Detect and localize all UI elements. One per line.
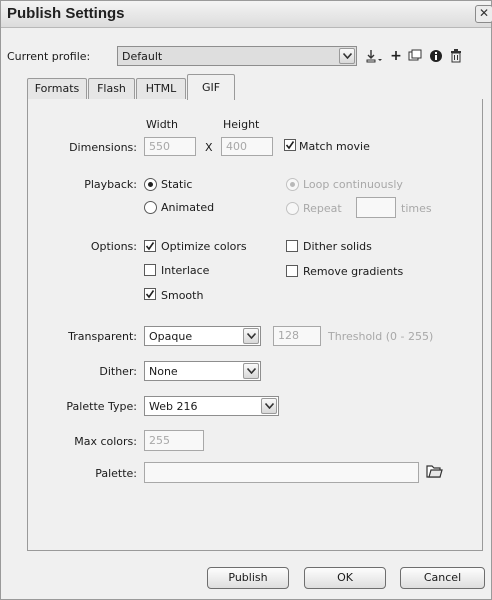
transparent-value: Opaque bbox=[149, 330, 193, 343]
static-label: Static bbox=[161, 178, 193, 191]
times-label: times bbox=[401, 202, 432, 215]
dither-dropdown[interactable]: None bbox=[144, 361, 261, 381]
tab-html[interactable]: HTML bbox=[136, 78, 186, 99]
dialog-title: Publish Settings bbox=[7, 5, 125, 22]
repeat-count-field[interactable] bbox=[356, 197, 396, 218]
delete-icon[interactable] bbox=[447, 47, 465, 65]
palette-type-label: Palette Type: bbox=[66, 400, 137, 413]
remove-gradients-checkbox[interactable] bbox=[286, 265, 298, 277]
title-bar[interactable]: Publish Settings ✕ bbox=[1, 1, 492, 28]
add-icon[interactable]: + bbox=[387, 47, 405, 65]
transparent-dropdown[interactable]: Opaque bbox=[144, 326, 261, 346]
dither-solids-checkbox[interactable] bbox=[286, 240, 298, 252]
gif-settings-panel bbox=[27, 99, 483, 551]
import-export-icon[interactable] bbox=[365, 47, 383, 65]
max-colors-field[interactable]: 255 bbox=[144, 430, 204, 451]
remove-gradients-label: Remove gradients bbox=[303, 265, 404, 278]
animated-label: Animated bbox=[161, 201, 215, 214]
duplicate-icon[interactable] bbox=[406, 47, 424, 65]
smooth-checkbox[interactable] bbox=[144, 288, 156, 300]
repeat-label: Repeat bbox=[303, 202, 342, 215]
cancel-button[interactable]: Cancel bbox=[400, 567, 485, 589]
repeat-radio[interactable] bbox=[286, 202, 299, 215]
palette-path-field[interactable] bbox=[144, 462, 419, 483]
max-colors-label: Max colors: bbox=[74, 435, 137, 448]
dither-value: None bbox=[149, 365, 178, 378]
transparent-label: Transparent: bbox=[68, 330, 137, 343]
height-field[interactable]: 400 bbox=[221, 137, 273, 156]
threshold-field[interactable]: 128 bbox=[273, 326, 321, 346]
interlace-label: Interlace bbox=[161, 264, 210, 277]
palette-label: Palette: bbox=[95, 467, 137, 480]
palette-type-dropdown[interactable]: Web 216 bbox=[144, 396, 279, 416]
static-radio[interactable] bbox=[144, 178, 157, 191]
dither-solids-label: Dither solids bbox=[303, 240, 372, 253]
current-profile-label: Current profile: bbox=[7, 50, 91, 63]
loop-continuously-radio[interactable] bbox=[286, 178, 299, 191]
tab-gif[interactable]: GIF bbox=[187, 74, 235, 100]
tab-flash[interactable]: Flash bbox=[88, 78, 135, 99]
smooth-label: Smooth bbox=[161, 289, 204, 302]
height-header: Height bbox=[223, 118, 260, 131]
dimensions-label: Dimensions: bbox=[69, 141, 137, 154]
dither-label: Dither: bbox=[99, 365, 137, 378]
publish-button[interactable]: Publish bbox=[207, 567, 289, 589]
animated-radio[interactable] bbox=[144, 201, 157, 214]
dimension-separator: X bbox=[205, 141, 213, 154]
close-icon[interactable]: ✕ bbox=[475, 5, 492, 23]
publish-settings-dialog: Publish Settings ✕ Current profile: Defa… bbox=[0, 0, 492, 600]
options-label: Options: bbox=[90, 240, 137, 253]
chevron-down-icon[interactable] bbox=[243, 328, 259, 344]
folder-icon[interactable] bbox=[425, 462, 443, 483]
info-icon[interactable] bbox=[427, 47, 445, 65]
loop-continuously-label: Loop continuously bbox=[303, 178, 403, 191]
optimize-colors-label: Optimize colors bbox=[161, 240, 247, 253]
chevron-down-icon[interactable] bbox=[261, 398, 277, 414]
interlace-checkbox[interactable] bbox=[144, 264, 156, 276]
palette-type-value: Web 216 bbox=[149, 400, 198, 413]
profile-dropdown[interactable]: Default bbox=[117, 46, 357, 66]
match-movie-checkbox[interactable] bbox=[284, 139, 296, 151]
threshold-label: Threshold (0 - 255) bbox=[328, 330, 434, 343]
match-movie-label: Match movie bbox=[299, 140, 370, 153]
width-header: Width bbox=[146, 118, 178, 131]
width-field[interactable]: 550 bbox=[144, 137, 196, 156]
ok-button[interactable]: OK bbox=[304, 567, 386, 589]
playback-label: Playback: bbox=[84, 178, 137, 191]
optimize-colors-checkbox[interactable] bbox=[144, 240, 156, 252]
chevron-down-icon[interactable] bbox=[243, 363, 259, 379]
tab-formats[interactable]: Formats bbox=[27, 78, 87, 99]
chevron-down-icon[interactable] bbox=[339, 48, 355, 64]
profile-value: Default bbox=[122, 50, 163, 63]
